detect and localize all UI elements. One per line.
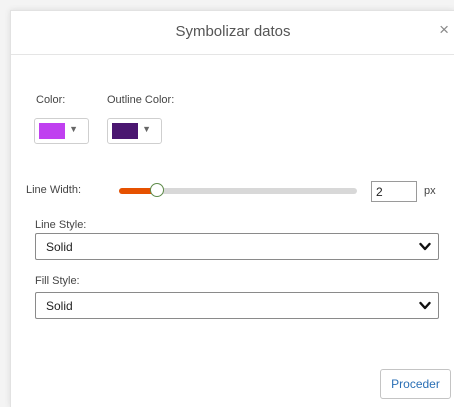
- dialog-title: Symbolizar datos: [175, 23, 291, 40]
- color-label: Color:: [36, 94, 66, 106]
- dialog-titlebar: Symbolizar datos ×: [11, 11, 454, 55]
- line-style-label: Line Style:: [35, 219, 87, 231]
- color-picker-button[interactable]: ▼: [34, 118, 89, 144]
- line-width-input[interactable]: [371, 181, 417, 202]
- fill-style-value: Solid: [46, 299, 73, 313]
- line-width-slider[interactable]: [119, 183, 357, 197]
- caret-down-icon: ▼: [69, 124, 78, 134]
- outline-color-picker-button[interactable]: ▼: [107, 118, 162, 144]
- proceed-button[interactable]: Proceder: [380, 369, 451, 399]
- line-width-label: Line Width:: [26, 184, 82, 196]
- caret-down-icon: ▼: [142, 124, 151, 134]
- line-style-value: Solid: [46, 240, 73, 254]
- line-style-select[interactable]: Solid: [35, 233, 439, 260]
- color-swatch: [39, 123, 65, 139]
- fill-style-select[interactable]: Solid: [35, 292, 439, 319]
- chevron-down-icon: [419, 301, 431, 310]
- close-icon[interactable]: ×: [439, 21, 449, 38]
- line-width-slider-thumb[interactable]: [150, 183, 165, 197]
- fill-style-label: Fill Style:: [35, 275, 80, 287]
- line-width-unit: px: [424, 185, 436, 197]
- symbolize-dialog: Symbolizar datos × Color: ▼ Outline Colo…: [10, 10, 454, 407]
- outline-color-label: Outline Color:: [107, 94, 175, 106]
- outline-color-swatch: [112, 123, 138, 139]
- chevron-down-icon: [419, 242, 431, 251]
